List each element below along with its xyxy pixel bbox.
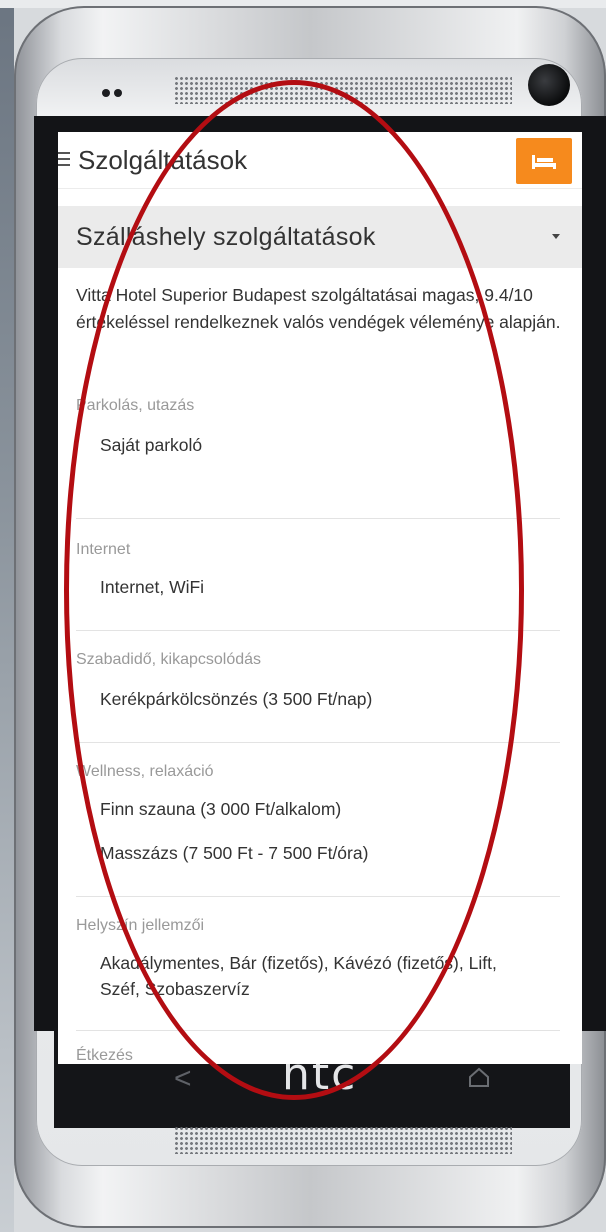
page-title: Szolgáltatások	[78, 145, 248, 175]
intro-text: Vitta Hotel Superior Budapest szolgáltat…	[76, 285, 561, 332]
divider	[76, 518, 560, 519]
service-item: Akadálymentes, Bár (fizetős), Kávézó (fi…	[100, 953, 497, 999]
service-item: Internet, WiFi	[100, 577, 205, 597]
service-item: Masszázs (7 500 Ft - 7 500 Ft/óra)	[100, 843, 369, 863]
section-title: Szálláshely szolgáltatások	[76, 223, 376, 251]
app-header: Szolgáltatások	[58, 132, 582, 189]
menu-icon[interactable]	[58, 152, 72, 166]
category-label: Internet	[76, 541, 131, 558]
bottom-speaker-grille	[174, 1126, 512, 1154]
back-icon[interactable]: <	[174, 1064, 192, 1094]
service-item: Kerékpárkölcsönzés (3 500 Ft/nap)	[100, 689, 373, 709]
divider	[76, 742, 560, 743]
divider	[76, 630, 560, 631]
service-item: Finn szauna (3 000 Ft/alkalom)	[100, 799, 342, 819]
caret-down-icon	[552, 234, 560, 239]
front-camera-icon	[102, 89, 110, 97]
category-label: Helyszín jellemzői	[76, 917, 205, 934]
bed-button[interactable]	[516, 138, 572, 184]
category-label: Wellness, relaxáció	[76, 763, 214, 780]
category-label: Szabadidő, kikapcsolódás	[76, 651, 262, 668]
category-label: Parkolás, utazás	[76, 397, 195, 414]
category-label: Étkezés	[76, 1047, 133, 1064]
section-accordion-header[interactable]: Szálláshely szolgáltatások	[58, 206, 582, 268]
camera-sensor-icon	[528, 64, 570, 106]
divider	[76, 896, 560, 897]
service-item: Saját parkoló	[100, 435, 203, 455]
divider	[76, 1030, 560, 1031]
backdrop	[0, 0, 14, 1232]
bed-icon	[532, 155, 556, 169]
home-icon[interactable]	[466, 1064, 492, 1090]
top-speaker-grille	[174, 76, 512, 104]
app-screen: Szolgáltatások Szálláshely szolgáltatáso…	[58, 132, 582, 1064]
